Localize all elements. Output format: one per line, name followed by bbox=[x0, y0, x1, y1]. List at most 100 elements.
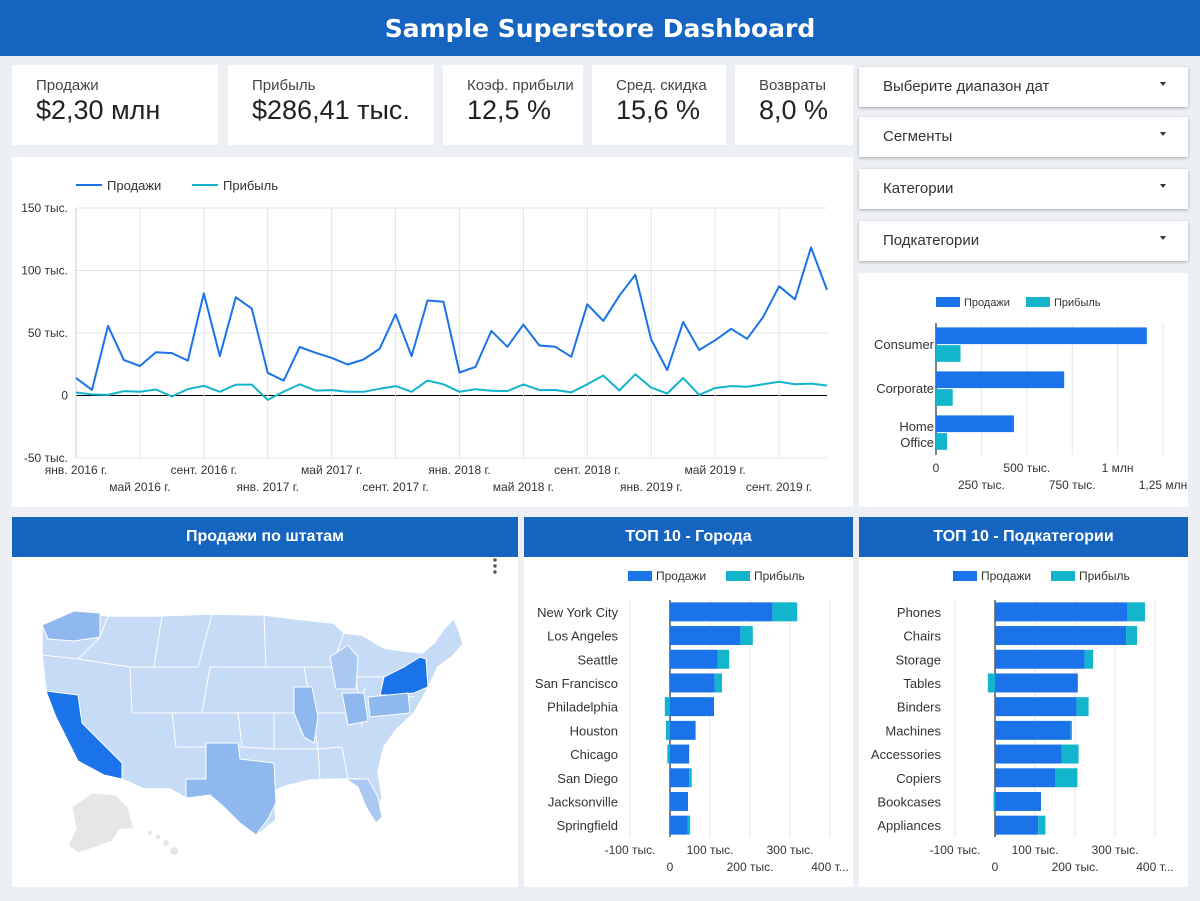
category-label: Tables bbox=[903, 676, 941, 691]
bar-profit bbox=[687, 815, 691, 835]
category-label: Copiers bbox=[896, 771, 941, 786]
kpi-returns: Возвраты 8,0 % bbox=[735, 65, 853, 145]
x-tick-label: май 2018 г. bbox=[493, 480, 554, 494]
bar-profit bbox=[740, 626, 753, 646]
y-tick-label: 100 тыс. bbox=[21, 264, 68, 278]
legend-label: Прибыль bbox=[754, 569, 805, 583]
legend-swatch-sales bbox=[628, 571, 652, 581]
categories-dropdown[interactable]: Категории bbox=[859, 169, 1188, 209]
top-subcategories-card: Продажи Прибыль -100 тыс. 100 тыс. 300 тыс. 0… bbox=[859, 517, 1188, 887]
category-label: Chairs bbox=[903, 629, 941, 644]
category-label: Consumer bbox=[874, 337, 935, 352]
category-label: San Francisco bbox=[535, 676, 618, 691]
legend-label: Прибыль bbox=[1054, 297, 1101, 309]
state-map-card bbox=[12, 517, 518, 887]
x-tick-label: 400 т... bbox=[1136, 860, 1174, 874]
x-tick-label: 300 тыс. bbox=[767, 843, 814, 857]
bar-profit bbox=[689, 768, 692, 788]
subcategories-dropdown[interactable]: Подкатегории bbox=[859, 221, 1188, 261]
time-series-chart: Продажи Прибыль150 тыс.100 тыс.50 тыс.0-5… bbox=[21, 178, 828, 494]
kpi-value: $2,30 млн bbox=[36, 95, 161, 125]
bar-profit bbox=[666, 720, 670, 740]
bar-profit bbox=[664, 697, 670, 717]
category-label: Springfield bbox=[557, 818, 618, 833]
series-line-sales bbox=[75, 246, 828, 391]
x-tick-label: 400 т... bbox=[811, 860, 849, 874]
bar-profit bbox=[1055, 768, 1078, 788]
bar-sales bbox=[995, 626, 1127, 646]
category-label: Accessories bbox=[871, 747, 942, 762]
caret-down-icon bbox=[1160, 82, 1166, 86]
bar-profit bbox=[1127, 602, 1145, 622]
x-tick-label: 0 bbox=[667, 860, 674, 874]
segments-dropdown[interactable]: Сегменты bbox=[859, 117, 1188, 157]
bar-sales bbox=[670, 768, 690, 788]
y-tick-label: 50 тыс. bbox=[28, 326, 68, 340]
x-tick-label: 250 тыс. bbox=[958, 478, 1005, 492]
bar-profit bbox=[1076, 697, 1089, 717]
top-subcategories-chart: Продажи Прибыль -100 тыс. 100 тыс. 300 тыс. 0… bbox=[871, 569, 1174, 874]
x-tick-label: 200 тыс. bbox=[727, 860, 774, 874]
category-label: San Diego bbox=[557, 771, 618, 786]
bar-sales bbox=[670, 697, 714, 717]
x-tick-label: 0 bbox=[933, 461, 940, 475]
bar-profit bbox=[1061, 744, 1079, 764]
x-tick-label: 300 тыс. bbox=[1092, 843, 1139, 857]
x-tick-label: 750 тыс. bbox=[1049, 478, 1096, 492]
caret-down-icon bbox=[1160, 236, 1166, 240]
segment-bar-chart: Продажи Прибыль 0 500 тыс. 1 млн 250 тыс. 750 … bbox=[874, 297, 1187, 492]
category-label: Machines bbox=[885, 723, 941, 738]
bar-sales bbox=[670, 602, 773, 622]
category-label: Bookcases bbox=[877, 794, 941, 809]
x-tick-label: -100 тыс. bbox=[930, 843, 981, 857]
dropdown-label: Подкатегории bbox=[883, 232, 980, 249]
kpi-value: 8,0 % bbox=[759, 95, 829, 125]
kpi-avg-discount: Сред. скидка 15,6 % bbox=[592, 65, 726, 145]
kpi-label: Прибыль bbox=[252, 77, 316, 94]
state-alaska bbox=[67, 792, 135, 854]
legend-label: Прибыль bbox=[1079, 569, 1130, 583]
bar-profit bbox=[1038, 815, 1046, 835]
bar-sales bbox=[995, 602, 1127, 622]
x-tick-label: янв. 2019 г. bbox=[620, 480, 682, 494]
bar-sales bbox=[936, 327, 1147, 345]
x-tick-label: сент. 2019 г. bbox=[746, 480, 812, 494]
segment-bar-card: Продажи Прибыль 0 500 тыс. 1 млн 250 тыс. 750 … bbox=[859, 273, 1188, 507]
x-tick-label: янв. 2018 г. bbox=[428, 463, 490, 477]
bar-profit bbox=[714, 673, 722, 693]
bar-sales bbox=[995, 649, 1085, 669]
bar-sales bbox=[670, 815, 688, 835]
series-line-profit bbox=[75, 373, 828, 401]
date-range-dropdown[interactable]: Выберите диапазон дат bbox=[859, 67, 1188, 107]
x-tick-label: 1 млн bbox=[1102, 461, 1134, 475]
subcategories-title-text: ТОП 10 - Подкатегории bbox=[933, 528, 1114, 545]
legend-label: Продажи bbox=[981, 569, 1031, 583]
category-label: Binders bbox=[897, 700, 942, 715]
bar-sales bbox=[995, 791, 1041, 811]
us-states-map bbox=[41, 558, 497, 855]
bar-sales bbox=[995, 697, 1077, 717]
x-tick-label: янв. 2017 г. bbox=[237, 480, 299, 494]
legend-swatch-profit bbox=[1051, 571, 1075, 581]
bar-sales bbox=[670, 626, 741, 646]
more-options-icon[interactable] bbox=[493, 558, 497, 574]
bar-sales bbox=[995, 720, 1071, 740]
kpi-value: $286,41 тыс. bbox=[252, 95, 410, 125]
category-label: Houston bbox=[570, 723, 618, 738]
cities-panel-title: ТОП 10 - Города bbox=[524, 517, 853, 557]
category-label: Phones bbox=[897, 605, 942, 620]
x-tick-label: 100 тыс. bbox=[687, 843, 734, 857]
kpi-value: 12,5 % bbox=[467, 95, 552, 125]
category-label: Chicago bbox=[570, 747, 618, 762]
y-tick-label: 150 тыс. bbox=[21, 201, 68, 215]
bar-profit bbox=[772, 602, 798, 622]
y-tick-label: 0 bbox=[61, 389, 68, 403]
legend-swatch-sales bbox=[953, 571, 977, 581]
cities-title-text: ТОП 10 - Города bbox=[625, 528, 752, 545]
bar-profit bbox=[1070, 720, 1072, 740]
bar-sales bbox=[670, 673, 715, 693]
x-tick-label: май 2016 г. bbox=[109, 480, 170, 494]
caret-down-icon bbox=[1160, 184, 1166, 188]
legend-swatch-profit bbox=[1026, 297, 1050, 307]
bar-profit bbox=[936, 345, 961, 362]
